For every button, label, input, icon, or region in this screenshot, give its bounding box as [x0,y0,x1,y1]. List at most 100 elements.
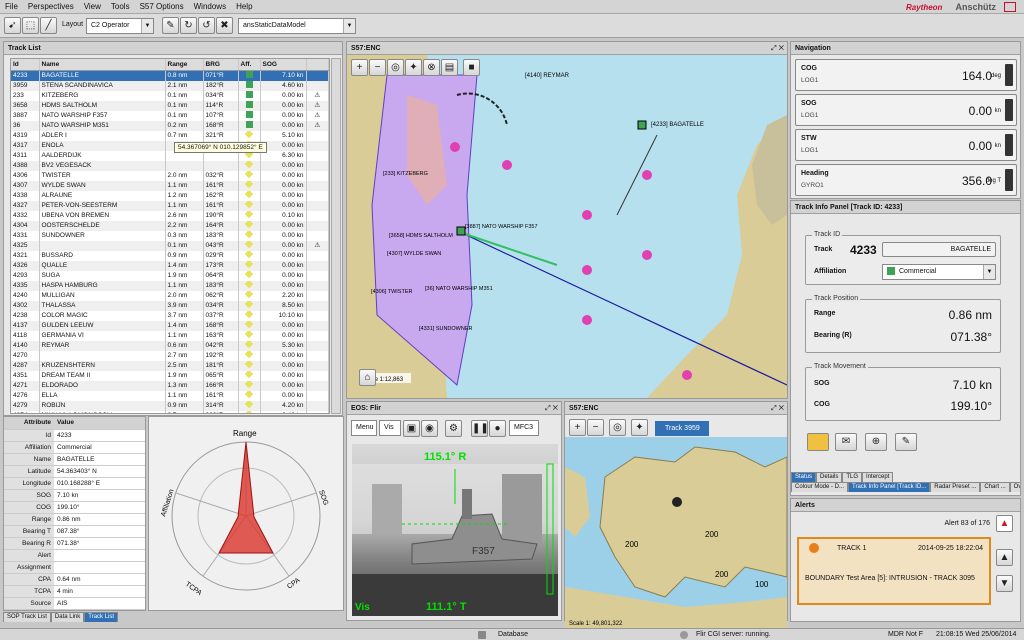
tab-sop-track-list[interactable]: SOP Track List [3,612,51,622]
table-row[interactable]: 4302 THALASSA 3.9 nm 034°R 8.50 kn [11,300,329,311]
tab-chart[interactable]: Chart ... [980,482,1010,492]
col-name[interactable]: Name [39,59,166,71]
col-range[interactable]: Range [165,59,204,71]
window-controls-icon[interactable]: ⤢ ✕ [771,42,784,55]
affiliation-select[interactable]: Commercial ▼ [882,264,996,280]
nav-cog-handle[interactable] [1005,64,1013,86]
table-row[interactable]: 4233 BAGATELLE 0.8 nm 071°R 7.10 kn [11,70,329,81]
center-icon[interactable]: ◎ [387,59,404,76]
track-name-field[interactable]: BAGATELLE [882,242,996,257]
table-row[interactable]: 233 KITZEBERG 0.1 nm 034°R 0.00 kn ⚠ [11,90,329,101]
table-row[interactable]: 3959 STENA SCANDINAVICA 2.1 nm 182°R 4.60 kn [11,80,329,91]
compass-icon[interactable]: ✦ [631,419,648,436]
table-row[interactable]: 4319 ADLER I 0.7 nm 321°R 5.10 kn [11,130,329,141]
col-aff[interactable]: Aff. [238,59,261,71]
col-alert[interactable] [306,59,329,71]
delete-icon[interactable]: ✖ [216,17,233,34]
zoom-out-icon[interactable]: − [369,59,386,76]
table-row[interactable]: 4317 ENOLA 0.00 kn [11,140,329,151]
menu-s57-options[interactable]: S57 Options [135,0,189,14]
compass-icon[interactable]: ✦ [405,59,422,76]
nav-sog-handle[interactable] [1005,99,1013,121]
tab-status[interactable]: Status [791,472,817,482]
table-row[interactable]: 4287 KRUZENSHTERN 2.5 nm 181°R 0.00 kn [11,360,329,371]
pause-icon[interactable]: ❚❚ [471,420,489,437]
table-row[interactable]: 3658 HDMS SALTHOLM 0.1 nm 114°R 0.00 kn ⚠ [11,100,329,111]
table-row[interactable]: 4388 BV2 VEGESACK 0.00 kn [11,160,329,171]
nav-heading-handle[interactable] [1005,169,1013,191]
edit-icon[interactable]: ✎ [162,17,179,34]
alert-card[interactable]: TRACK 1 2014-09-25 18:22:04 BOUNDARY Tes… [797,537,991,605]
table-row[interactable]: 4335 HASPA HAMBURG 1.1 nm 183°R 0.00 kn [11,280,329,291]
table-row[interactable]: 4325 0.1 nm 043°R 0.00 kn ⚠ [11,240,329,251]
envelope-icon[interactable]: ✉ [835,433,857,451]
video-camera-icon[interactable]: ◉ [421,420,438,437]
edit-track-icon[interactable]: ✎ [895,433,917,451]
table-row[interactable]: 4311 AALDERDIJK 6.30 kn [11,150,329,161]
table-row[interactable]: 4307 WYLDE SWAN 1.1 nm 161°R 0.00 kn [11,180,329,191]
table-row[interactable]: 4331 SUNDOWNER 0.3 nm 183°R 0.00 kn [11,230,329,241]
table-row[interactable]: 4240 MULLIGAN 2.0 nm 062°R 2.20 kn [11,290,329,301]
table-row[interactable]: 4274MIKHAIL LOMONOSOV0.7 nm322°R 3.40 kn [11,410,329,413]
menu-view[interactable]: View [79,0,106,14]
tab-tlg[interactable]: TLG [842,472,863,482]
tab-colour-mode[interactable]: Colour Mode - D... [791,482,849,492]
table-row[interactable]: 4327 PETER-VON-SEESTERM 1.1 nm 161°R 0.00 kn [11,200,329,211]
menu-help[interactable]: Help [231,0,257,14]
tab-intercept[interactable]: Intercept [862,472,894,482]
col-id[interactable]: Id [11,59,40,71]
tab-track-info[interactable]: Track Info Panel [Track ID... [848,482,931,492]
table-row[interactable]: 4326 QUALLE 1.4 nm 173°R 0.00 kn [11,260,329,271]
table-row[interactable]: 4338 ALRAUNE 1.2 nm 162°R 0.00 kn [11,190,329,201]
table-row[interactable]: 4293 SUGA 1.9 nm 064°R 0.00 kn [11,270,329,281]
menu-file[interactable]: File [0,0,23,14]
settings-icon[interactable]: ⚙ [445,420,462,437]
refresh-icon[interactable]: ↻ [180,17,197,34]
table-row[interactable]: 4270 2.7 nm 192°R 0.00 kn [11,350,329,361]
measure-icon[interactable]: ⊗ [423,59,440,76]
layers-icon[interactable]: ▤ [441,59,458,76]
table-row[interactable]: 4271 ELDORADO 1.3 nm 166°R 0.00 kn [11,380,329,391]
menu-windows[interactable]: Windows [189,0,231,14]
enc-chart-map[interactable]: [4140] REYMAR [4233] BAGATELLE [3887] NA… [347,55,787,398]
table-row[interactable]: 4351 DREAM TEAM II 1.9 nm 065°R 0.00 kn [11,370,329,381]
target-crosshair-icon[interactable]: ⊕ [865,433,887,451]
menu-tools[interactable]: Tools [106,0,135,14]
home-icon[interactable]: ⌂ [359,369,376,386]
undo-icon[interactable]: ↺ [198,17,215,34]
table-row[interactable]: 4137 GULDEN LEEUW 1.4 nm 168°R 0.00 kn [11,320,329,331]
table-row[interactable]: 4118 GERMANIA VI 1.1 nm 163°R 0.00 kn [11,330,329,341]
tab-data-link[interactable]: Data Link [50,612,85,622]
table-row[interactable]: 4276 ELLA 1.1 nm 161°R 0.00 kn [11,390,329,401]
alert-warning-icon[interactable]: ▲ [996,515,1013,532]
layout-select[interactable]: C2 Operator ▼ [86,18,154,34]
overview-map[interactable]: 200 200 200 100 Scale 1: 49,801,322 [565,437,787,629]
tab-details[interactable]: Details [816,472,843,482]
col-sog[interactable]: SOG [260,59,307,71]
eos-vis-select[interactable]: Vis [379,420,401,436]
table-row[interactable]: 4332 UBENA VON BREMEN 2.6 nm 190°R 0.10 kn [11,210,329,221]
draw-line-icon[interactable]: ╱ [40,17,57,34]
center-icon[interactable]: ◎ [609,419,626,436]
table-row[interactable]: 4304 OOSTERSCHELDE 2.2 nm 164°R 0.00 kn [11,220,329,231]
table-row[interactable]: 36 NATO WARSHIP M351 0.2 nm 168°R 0.00 kn ⚠ [11,120,329,131]
highlight-button-icon[interactable] [807,433,829,451]
alert-previous-icon[interactable]: ▲ [996,549,1013,566]
zoom-in-icon[interactable]: + [351,59,368,76]
track-list-scrollbar[interactable] [331,58,341,414]
palette-icon[interactable]: ■ [463,59,480,76]
tab-overlay-object[interactable]: Overlay Object... [1009,482,1020,492]
alert-next-icon[interactable]: ▼ [996,575,1013,592]
record-icon[interactable]: ● [489,420,506,437]
data-model-select[interactable]: ansStaticDataModel ▼ [238,18,356,34]
tab-track-list[interactable]: Track List [84,612,119,622]
flir-video-feed[interactable]: F357 115.1° R 111.1° T Vis [352,444,558,616]
tab-radar-preset[interactable]: Radar Preset ... [930,482,981,492]
table-row[interactable]: 4321 BUSSARD 0.9 nm 029°R 0.00 kn [11,250,329,261]
col-brg[interactable]: BRG [203,59,239,71]
zoom-out-icon[interactable]: − [587,419,604,436]
window-controls-icon[interactable]: ⤢ ✕ [771,402,784,415]
nav-stw-handle[interactable] [1005,134,1013,156]
table-row[interactable]: 3887 NATO WARSHIP F357 0.1 nm 107°R 0.00 kn ⚠ [11,110,329,121]
mfc-button[interactable]: MFC3 [509,420,539,436]
